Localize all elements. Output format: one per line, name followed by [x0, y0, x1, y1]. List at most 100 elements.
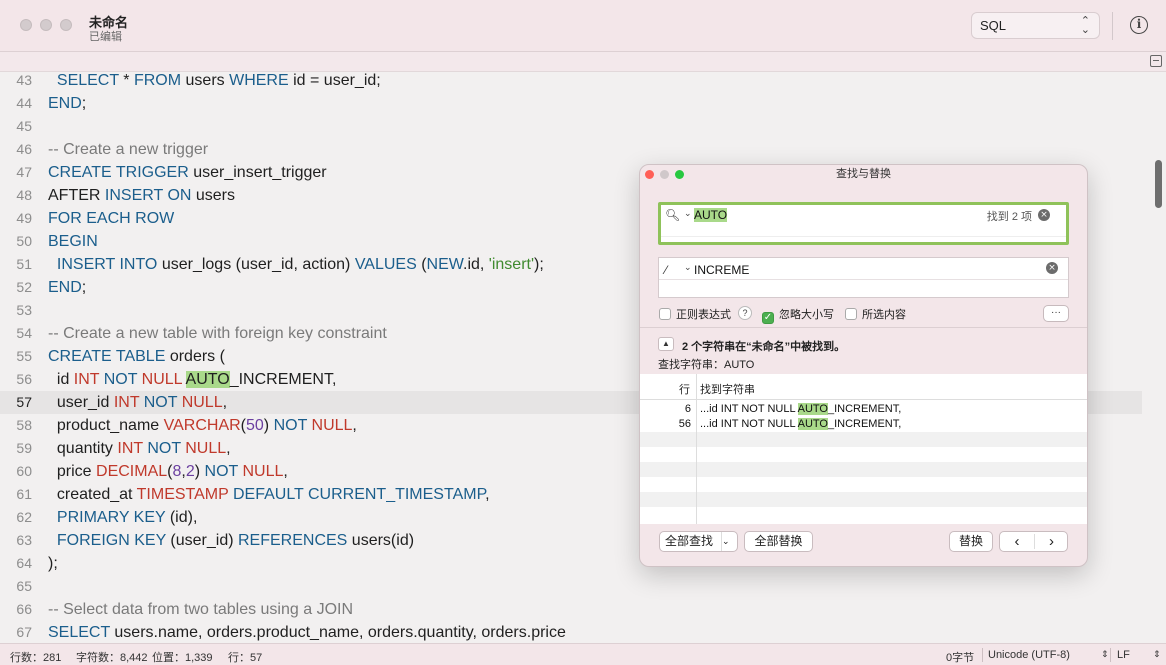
chevron-down-icon[interactable]: ⌄ [684, 262, 692, 273]
code-text[interactable]: BEGIN [48, 230, 98, 253]
code-line[interactable]: 65 [0, 575, 1142, 598]
previous-match-button[interactable]: ‹ [1000, 532, 1034, 551]
code-text[interactable]: END; [48, 92, 86, 115]
dialog-minimize-button[interactable] [660, 170, 669, 179]
code-text[interactable]: CREATE TABLE orders ( [48, 345, 225, 368]
replace-input[interactable]: ⁄ ⌄ INCREME × [658, 257, 1069, 298]
code-text[interactable]: product_name VARCHAR(50) NOT NULL, [48, 414, 357, 437]
code-line[interactable]: 46 -- Create a new trigger [0, 138, 1142, 161]
info-icon[interactable]: i [1130, 16, 1148, 34]
code-text[interactable]: PRIMARY KEY (id), [48, 506, 198, 529]
code-text[interactable]: SELECT * FROM users WHERE id = user_id; [48, 72, 381, 92]
toolbar-divider [1112, 12, 1113, 40]
replace-button[interactable]: 替换 [949, 531, 993, 552]
code-token: CURRENT_TIMESTAMP [307, 486, 486, 503]
code-token: NOT [273, 417, 308, 434]
pencil-icon[interactable]: ⁄ [665, 263, 667, 277]
status-line-count: 行数：281 [10, 652, 62, 664]
code-line[interactable]: 45 [0, 115, 1142, 138]
code-text[interactable]: INSERT INTO user_logs (user_id, action) … [48, 253, 544, 276]
code-text[interactable]: AFTER INSERT ON users [48, 184, 235, 207]
dialog-zoom-button[interactable] [675, 170, 684, 179]
code-line[interactable]: 66 -- Select data from two tables using a… [0, 598, 1142, 621]
line-number: 55 [16, 348, 32, 364]
title-bar: 未命名 已编辑 SQL ⌃ ⌄ i [0, 0, 1166, 52]
code-text[interactable]: ); [48, 552, 58, 575]
encoding-select[interactable]: Unicode (UTF-8) [988, 649, 1070, 661]
column-header-line[interactable]: 行 [640, 381, 690, 397]
language-select[interactable]: SQL ⌃ ⌄ [971, 12, 1100, 39]
code-text[interactable]: FOREIGN KEY (user_id) REFERENCES users(i… [48, 529, 414, 552]
search-icon[interactable]: 🔍︎ [665, 208, 680, 222]
code-token: NOT [147, 440, 181, 457]
checkbox-unchecked-icon[interactable] [659, 308, 671, 320]
chevron-down-icon[interactable]: ⌄ [684, 208, 692, 219]
result-row[interactable]: 56 ...id INT NOT NULL AUTO_INCREMENT, [640, 417, 1087, 432]
split-editor-icon[interactable] [1150, 55, 1162, 67]
code-token: id [48, 371, 74, 388]
clear-replace-icon[interactable]: × [1046, 262, 1058, 274]
result-line-number: 6 [684, 403, 691, 415]
code-token: FOREIGN [56, 532, 130, 549]
code-text[interactable]: user_id INT NOT NULL, [48, 391, 227, 414]
selection-only-checkbox[interactable]: 所选内容 [845, 306, 906, 322]
code-line[interactable]: 43 SELECT * FROM users WHERE id = user_i… [0, 72, 1142, 92]
replace-input-value[interactable]: INCREME [694, 263, 749, 277]
code-text[interactable]: FOR EACH ROW [48, 207, 174, 230]
chevron-down-icon[interactable]: ⌄ [721, 532, 737, 551]
vertical-scrollbar[interactable] [1155, 160, 1162, 208]
find-input[interactable]: 🔍︎ ⌄ AUTO 找到 2 项 × [658, 202, 1069, 245]
code-token: END [48, 279, 82, 296]
result-context: ...id INT NOT NULL [700, 403, 798, 415]
ignore-case-checkbox[interactable]: ✓ 忽略大小写 [762, 306, 834, 324]
code-text[interactable]: id INT NOT NULL AUTO_INCREMENT, [48, 368, 336, 391]
code-line[interactable]: 67 SELECT users.name, orders.product_name… [0, 621, 1142, 643]
clear-find-icon[interactable]: × [1038, 209, 1050, 221]
code-token: 'insert' [488, 256, 535, 273]
help-button[interactable]: ? [738, 306, 752, 320]
code-text[interactable]: price DECIMAL(8,2) NOT NULL, [48, 460, 288, 483]
line-number: 43 [16, 72, 32, 88]
minimize-window-button[interactable] [40, 19, 52, 31]
code-text[interactable]: quantity INT NOT NULL, [48, 437, 231, 460]
more-options-button[interactable]: ··· [1043, 305, 1069, 322]
code-text[interactable]: END; [48, 276, 86, 299]
zoom-window-button[interactable] [60, 19, 72, 31]
replace-all-button[interactable]: 全部替换 [744, 531, 813, 552]
code-token: , [222, 394, 228, 411]
close-window-button[interactable] [20, 19, 32, 31]
next-match-button[interactable]: › [1035, 532, 1068, 551]
code-text[interactable]: -- Create a new table with foreign key c… [48, 322, 387, 345]
checkbox-checked-icon[interactable]: ✓ [762, 312, 774, 324]
code-line[interactable]: 44 END; [0, 92, 1142, 115]
result-row[interactable]: 6 ...id INT NOT NULL AUTO_INCREMENT, [640, 402, 1087, 417]
checkbox-unchecked-icon[interactable] [845, 308, 857, 320]
code-text[interactable]: created_at TIMESTAMP DEFAULT CURRENT_TIM… [48, 483, 490, 506]
results-table[interactable]: 行 找到字符串 6 ...id INT NOT NULL AUTO_INCREME… [640, 374, 1087, 524]
line-ending-select[interactable]: LF [1117, 649, 1130, 661]
code-token: ) [194, 463, 205, 480]
find-all-button[interactable]: 全部查找 ⌄ [659, 531, 738, 552]
code-text[interactable]: SELECT users.name, orders.product_name, … [48, 621, 566, 643]
code-text[interactable]: CREATE TRIGGER user_insert_trigger [48, 161, 327, 184]
code-text[interactable]: -- Create a new trigger [48, 138, 208, 161]
code-text[interactable]: -- Select data from two tables using a J… [48, 598, 353, 621]
code-token: DECIMAL [96, 463, 168, 480]
regex-checkbox[interactable]: 正则表达式 [659, 306, 731, 322]
code-token: users [181, 72, 230, 89]
code-token: ; [81, 279, 87, 296]
dialog-close-button[interactable] [645, 170, 654, 179]
code-token: CREATE [48, 348, 112, 365]
column-header-found[interactable]: 找到字符串 [700, 381, 755, 397]
code-token: REFERENCES [238, 532, 348, 549]
collapse-results-icon[interactable]: ▲ [658, 337, 674, 351]
code-token: SELECT [56, 72, 119, 89]
find-input-value[interactable]: AUTO [694, 208, 728, 222]
code-token: NOT [143, 394, 178, 411]
code-token: * [118, 72, 134, 89]
code-token: user_id [48, 394, 114, 411]
code-token: AFTER [48, 187, 105, 204]
code-token: product_name [48, 417, 164, 434]
result-context: _INCREMENT, [827, 418, 902, 430]
